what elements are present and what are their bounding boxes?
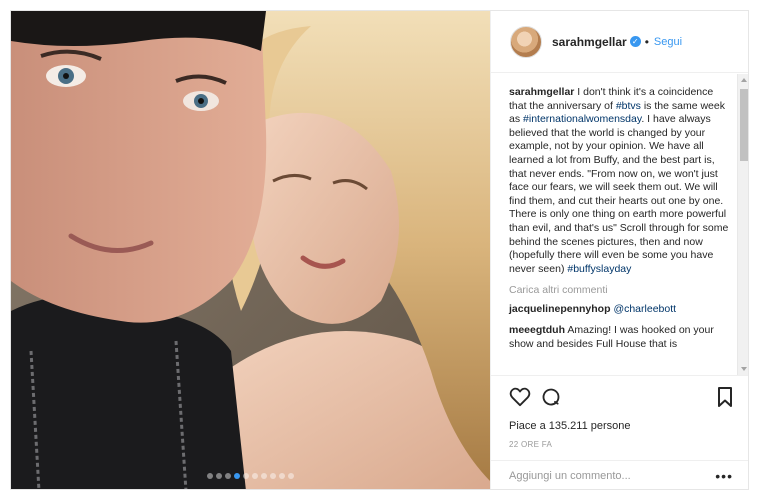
carousel-dot bbox=[270, 473, 276, 479]
post-timestamp[interactable]: 22 ORE FA bbox=[509, 440, 733, 449]
comments-section[interactable]: sarahmgellar I don't think it's a coinci… bbox=[491, 74, 748, 375]
comment-username[interactable]: jacquelinepennyhop bbox=[509, 303, 611, 315]
scroll-down-arrow-icon[interactable] bbox=[741, 367, 747, 371]
post-header: sarahmgellar ✓ • Segui bbox=[491, 11, 748, 73]
instagram-post: sarahmgellar ✓ • Segui sarahmgellar I do… bbox=[10, 10, 749, 490]
load-more-comments-link[interactable]: Carica altri commenti bbox=[509, 284, 733, 296]
follow-button[interactable]: Segui bbox=[654, 36, 682, 48]
likes-count[interactable]: Piace a 135.211 persone bbox=[509, 420, 733, 432]
comment-item: jacquelinepennyhop @charleebott bbox=[509, 303, 731, 317]
action-icons-row bbox=[509, 384, 733, 410]
heart-icon[interactable] bbox=[509, 387, 531, 407]
carousel-dot bbox=[234, 473, 240, 479]
header-separator: • bbox=[644, 34, 649, 49]
author-username[interactable]: sarahmgellar bbox=[552, 35, 627, 49]
carousel-dot bbox=[207, 473, 213, 479]
hashtag-link[interactable]: #buffyslayday bbox=[567, 263, 631, 275]
add-comment-input[interactable] bbox=[509, 470, 716, 482]
carousel-dot bbox=[279, 473, 285, 479]
carousel-dot bbox=[288, 473, 294, 479]
carousel-dot bbox=[243, 473, 249, 479]
post-photo[interactable] bbox=[11, 11, 490, 489]
caption-text-3: . I have always believed that the world … bbox=[509, 113, 729, 275]
bookmark-icon[interactable] bbox=[717, 387, 733, 407]
post-actions: Piace a 135.211 persone 22 ORE FA bbox=[491, 375, 748, 460]
carousel-dot bbox=[261, 473, 267, 479]
caption-author[interactable]: sarahmgellar bbox=[509, 86, 574, 98]
comment-bubble-icon[interactable] bbox=[541, 387, 561, 407]
carousel-indicator bbox=[11, 473, 490, 479]
post-details-panel: sarahmgellar ✓ • Segui sarahmgellar I do… bbox=[490, 11, 748, 489]
comment-item: meeegtduh Amazing! I was hooked on your … bbox=[509, 324, 731, 351]
hashtag-link[interactable]: #btvs bbox=[616, 100, 641, 112]
selfie-photo-illustration bbox=[11, 11, 490, 489]
mention-link[interactable]: @charleebott bbox=[613, 303, 676, 315]
hashtag-link[interactable]: #internationalwomensday bbox=[523, 113, 641, 125]
comments-scrollbar[interactable] bbox=[737, 74, 748, 375]
scrollbar-thumb[interactable] bbox=[740, 89, 748, 161]
carousel-dot bbox=[216, 473, 222, 479]
post-caption: sarahmgellar I don't think it's a coinci… bbox=[509, 86, 731, 276]
carousel-dot bbox=[225, 473, 231, 479]
scroll-up-arrow-icon[interactable] bbox=[741, 78, 747, 82]
verified-badge-icon: ✓ bbox=[629, 36, 641, 47]
comment-username[interactable]: meeegtduh bbox=[509, 324, 565, 336]
more-options-icon[interactable]: ••• bbox=[715, 469, 733, 483]
avatar[interactable] bbox=[510, 25, 542, 58]
add-comment-bar: ••• bbox=[491, 460, 748, 489]
carousel-dot bbox=[252, 473, 258, 479]
